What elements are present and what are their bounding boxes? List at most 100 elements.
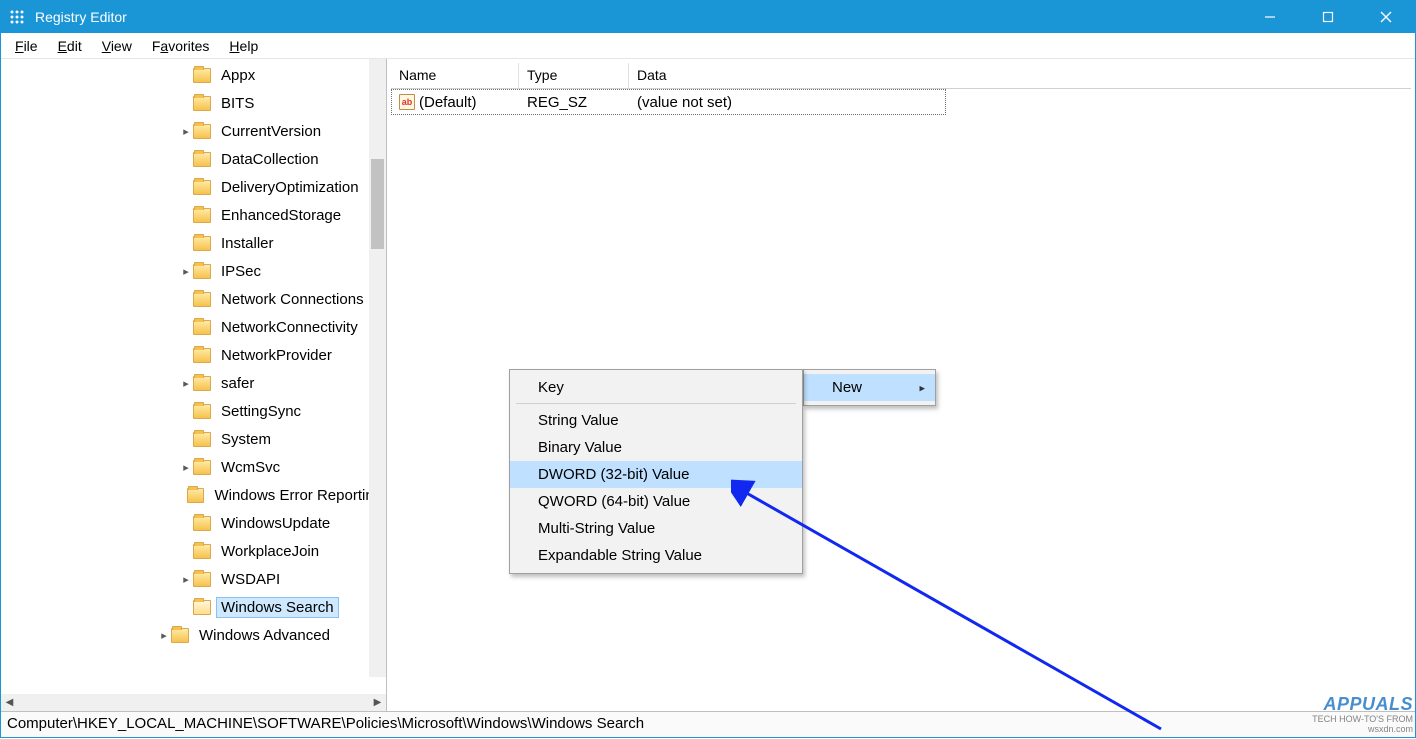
context-menu-item[interactable]: QWORD (64-bit) Value <box>510 488 802 515</box>
col-header-name[interactable]: Name <box>391 63 519 88</box>
tree-item-label: BITS <box>217 94 258 113</box>
close-button[interactable] <box>1357 1 1415 33</box>
tree-row[interactable]: ▸WcmSvc <box>1 453 386 481</box>
tree-row[interactable]: ▸Network Connections <box>1 285 386 313</box>
folder-icon <box>193 376 211 391</box>
tree-row[interactable]: ▸Appx <box>1 61 386 89</box>
tree-expand-icon[interactable]: ▸ <box>179 377 193 390</box>
tree-row[interactable]: ▸NetworkConnectivity <box>1 313 386 341</box>
tree-item-label: IPSec <box>217 262 265 281</box>
tree-item-label: Appx <box>217 66 259 85</box>
tree-row[interactable]: ▸WindowsUpdate <box>1 509 386 537</box>
tree-row[interactable]: ▸WorkplaceJoin <box>1 537 386 565</box>
status-bar: Computer\HKEY_LOCAL_MACHINE\SOFTWARE\Pol… <box>1 711 1415 737</box>
tree-scroll-thumb[interactable] <box>371 159 384 249</box>
tree-row[interactable]: ▸EnhancedStorage <box>1 201 386 229</box>
context-menu-item-label: Multi-String Value <box>538 520 655 537</box>
tree-item-label: WindowsUpdate <box>217 514 334 533</box>
folder-icon <box>193 404 211 419</box>
value-name: (Default) <box>419 94 477 111</box>
context-menu-item-label: DWORD (32-bit) Value <box>538 466 689 483</box>
scroll-left-button[interactable]: ◀ <box>1 694 18 711</box>
window-title: Registry Editor <box>35 9 127 25</box>
tree-row[interactable]: ▸SettingSync <box>1 397 386 425</box>
tree-item-label: DeliveryOptimization <box>217 178 363 197</box>
tree-horizontal-scrollbar[interactable]: ◀ ▶ <box>1 694 386 711</box>
status-path: Computer\HKEY_LOCAL_MACHINE\SOFTWARE\Pol… <box>7 715 644 732</box>
folder-icon <box>193 208 211 223</box>
watermark-brand: APPUALS <box>1312 695 1413 715</box>
tree-expand-icon[interactable]: ▸ <box>157 629 171 642</box>
tree-item-label: Windows Search <box>217 598 338 617</box>
watermark: APPUALS TECH HOW-TO'S FROM wsxdn.com <box>1312 695 1413 735</box>
menu-file[interactable]: File <box>7 36 46 56</box>
context-menu-item[interactable]: DWORD (32-bit) Value <box>510 461 802 488</box>
context-menu-parent: New▸ <box>803 369 936 406</box>
regedit-icon <box>9 9 25 25</box>
tree-row[interactable]: ▸DeliveryOptimization <box>1 173 386 201</box>
col-header-type[interactable]: Type <box>519 63 629 88</box>
context-menu-item[interactable]: Binary Value <box>510 434 802 461</box>
context-menu-item[interactable]: Key <box>510 374 802 401</box>
folder-icon <box>193 124 211 139</box>
tree-row[interactable]: ▸DataCollection <box>1 145 386 173</box>
context-menu-item-label: New <box>832 379 862 396</box>
tree-item-label: System <box>217 430 275 449</box>
folder-icon <box>193 432 211 447</box>
context-menu-item[interactable]: New▸ <box>804 374 935 401</box>
tree-item-label: CurrentVersion <box>217 122 325 141</box>
tree-row[interactable]: ▸Windows Search <box>1 593 386 621</box>
reg-string-icon: ab <box>399 94 415 110</box>
menu-favorites[interactable]: Favorites <box>144 36 218 56</box>
tree-expand-icon[interactable]: ▸ <box>179 461 193 474</box>
col-header-data[interactable]: Data <box>629 63 1411 88</box>
context-menu-item-label: QWORD (64-bit) Value <box>538 493 690 510</box>
tree-item-label: DataCollection <box>217 150 323 169</box>
tree-row[interactable]: ▸ WSDAPI <box>1 565 386 593</box>
tree-item-label: EnhancedStorage <box>217 206 345 225</box>
context-menu-item[interactable]: String Value <box>510 407 802 434</box>
tree-row[interactable]: ▸safer <box>1 369 386 397</box>
context-menu-item[interactable]: Expandable String Value <box>510 542 802 569</box>
tree-item-label: Network Connections <box>217 290 368 309</box>
folder-icon <box>171 628 189 643</box>
context-menu-item[interactable]: Multi-String Value <box>510 515 802 542</box>
maximize-button[interactable] <box>1299 1 1357 33</box>
tree-expand-icon[interactable]: ▸ <box>179 125 193 138</box>
tree-row[interactable]: ▸Installer <box>1 229 386 257</box>
folder-icon <box>193 180 211 195</box>
menu-edit[interactable]: Edit <box>50 36 90 56</box>
registry-tree[interactable]: ▸Appx▸BITS▸CurrentVersion▸DataCollection… <box>1 59 386 649</box>
scroll-right-button[interactable]: ▶ <box>369 694 386 711</box>
tree-expand-icon[interactable]: ▸ <box>179 573 193 586</box>
folder-icon <box>193 460 211 475</box>
menu-bar: File Edit View Favorites Help <box>1 33 1415 59</box>
menu-view[interactable]: View <box>94 36 140 56</box>
folder-icon <box>193 600 211 615</box>
tree-row[interactable]: ▸System <box>1 425 386 453</box>
tree-row[interactable]: ▸Windows Advanced <box>1 621 386 649</box>
title-bar: Registry Editor <box>1 1 1415 33</box>
minimize-button[interactable] <box>1241 1 1299 33</box>
values-list[interactable]: ab(Default)REG_SZ(value not set) <box>391 89 1411 115</box>
tree-item-label: WSDAPI <box>217 570 284 589</box>
context-menu-item-label: Key <box>538 379 564 396</box>
menu-help[interactable]: Help <box>221 36 266 56</box>
folder-icon <box>193 152 211 167</box>
context-menu-new-submenu: Key String ValueBinary Value DWORD (32-bit… <box>509 369 803 574</box>
folder-icon <box>193 320 211 335</box>
tree-row[interactable]: ▸NetworkProvider <box>1 341 386 369</box>
context-menu-item-label: Expandable String Value <box>538 547 702 564</box>
tree-vertical-scrollbar[interactable] <box>369 59 386 677</box>
folder-icon <box>193 96 211 111</box>
folder-icon <box>193 544 211 559</box>
folder-icon <box>187 488 205 503</box>
watermark-site: wsxdn.com <box>1312 725 1413 735</box>
tree-row[interactable]: ▸ IPSec <box>1 257 386 285</box>
tree-row[interactable]: ▸BITS <box>1 89 386 117</box>
tree-row[interactable]: ▸Windows Error Reporting <box>1 481 386 509</box>
list-row[interactable]: ab(Default)REG_SZ(value not set) <box>391 89 946 115</box>
tree-expand-icon[interactable]: ▸ <box>179 265 193 278</box>
folder-icon <box>193 68 211 83</box>
tree-row[interactable]: ▸ CurrentVersion <box>1 117 386 145</box>
